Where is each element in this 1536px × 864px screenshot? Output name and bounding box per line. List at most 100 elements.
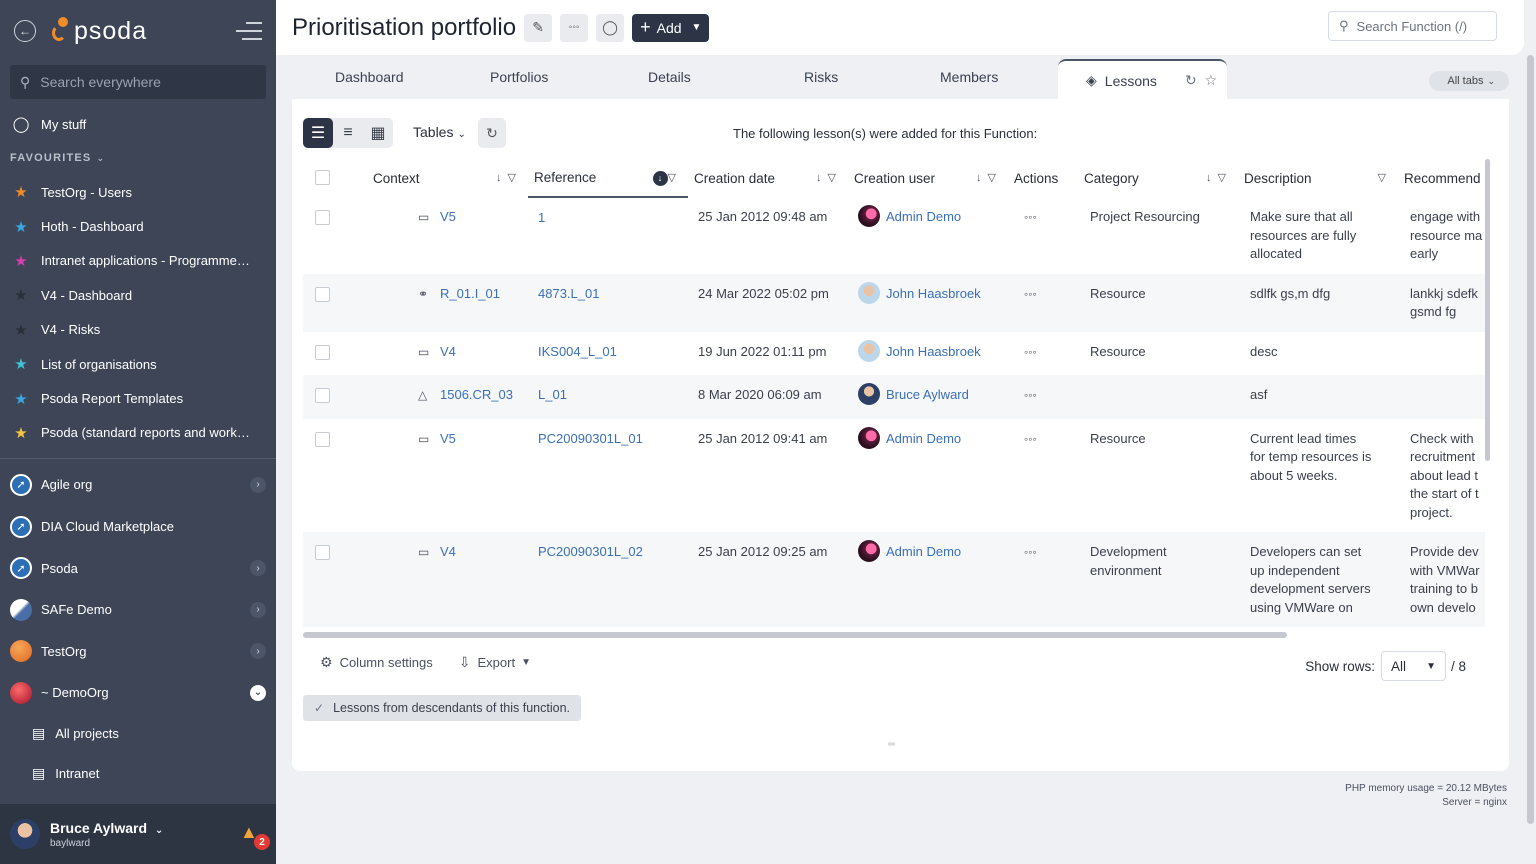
dense-view-icon[interactable]: ▦ bbox=[363, 118, 393, 148]
row-checkbox[interactable] bbox=[315, 344, 330, 360]
user-link[interactable]: Admin Demo bbox=[886, 209, 961, 224]
column-creation-user[interactable]: Creation user ↓▽ bbox=[848, 159, 1008, 197]
chevron-right-icon[interactable]: › bbox=[250, 643, 266, 660]
chevron-right-icon[interactable]: › bbox=[250, 476, 266, 493]
more-actions-icon[interactable]: ◦◦◦ bbox=[1014, 210, 1037, 224]
page-scrollbar[interactable] bbox=[1527, 55, 1534, 824]
favourite-item[interactable]: ★ V4 - Risks bbox=[0, 313, 276, 347]
context-link[interactable]: V4 bbox=[440, 544, 456, 559]
row-checkbox[interactable] bbox=[315, 286, 330, 302]
column-context[interactable]: Context ↓▽ bbox=[343, 159, 528, 197]
table-row[interactable]: △ 1506.CR_03 L_01 8 Mar 2020 06:09 am Bruce … bbox=[303, 375, 1485, 419]
column-settings-button[interactable]: Column settings bbox=[340, 655, 433, 670]
column-category[interactable]: Category ↓▽ bbox=[1078, 159, 1238, 197]
table-row[interactable]: ⚭ R_01.I_01 4873.L_01 24 Mar 2022 05:02 pm J… bbox=[303, 273, 1485, 332]
chevron-down-icon[interactable]: ⌄ bbox=[250, 684, 266, 701]
function-search-input[interactable]: ⚲ Search Function (/) bbox=[1328, 11, 1497, 41]
comfortable-view-icon[interactable]: ☰ bbox=[303, 118, 333, 148]
filter-icon[interactable]: ▽ bbox=[1378, 171, 1392, 184]
tab-portfolios[interactable]: Portfolios bbox=[490, 69, 548, 85]
reference-link[interactable]: 4873.L_01 bbox=[538, 286, 599, 301]
organisation-item[interactable]: TestOrg › bbox=[0, 631, 276, 673]
edit-button[interactable]: ✎ bbox=[524, 13, 553, 42]
tab-risks[interactable]: Risks bbox=[804, 69, 838, 85]
sort-filter-icons[interactable]: ↓▽ bbox=[652, 171, 682, 186]
favourite-item[interactable]: ★ List of organisations bbox=[0, 347, 276, 381]
reference-link[interactable]: L_01 bbox=[538, 387, 567, 402]
back-icon[interactable]: ← bbox=[14, 20, 36, 42]
collapse-menu-icon[interactable] bbox=[236, 22, 262, 40]
more-button[interactable]: ◦◦◦ bbox=[560, 13, 589, 42]
row-checkbox[interactable] bbox=[315, 210, 330, 225]
descendants-toggle[interactable]: ✓ Lessons from descendants of this funct… bbox=[303, 695, 582, 721]
sort-filter-icons[interactable]: ↓▽ bbox=[1206, 171, 1232, 184]
psoda-logo[interactable]: psoda bbox=[50, 17, 147, 46]
sort-filter-icons[interactable]: ↓▽ bbox=[976, 171, 1002, 184]
column-recommendation[interactable]: Recommend bbox=[1398, 159, 1485, 197]
tab-dashboard[interactable]: Dashboard bbox=[335, 69, 404, 85]
row-checkbox[interactable] bbox=[315, 388, 330, 403]
horizontal-scrollbar[interactable] bbox=[303, 632, 1287, 638]
context-link[interactable]: V5 bbox=[440, 209, 456, 224]
user-link[interactable]: John Haasbroek bbox=[886, 344, 981, 359]
favourite-item[interactable]: ★ V4 - Dashboard bbox=[0, 278, 276, 312]
select-all-checkbox[interactable] bbox=[315, 170, 330, 185]
organisation-item[interactable]: ~ DemoOrg ⌄ bbox=[0, 672, 276, 714]
column-creation-date[interactable]: Creation date ↓▽ bbox=[688, 159, 848, 197]
tab-details[interactable]: Details bbox=[648, 69, 691, 85]
row-checkbox[interactable] bbox=[315, 431, 330, 447]
notifications-button[interactable]: ▲ 2 bbox=[240, 822, 270, 850]
table-row[interactable]: ▭ V5 PC20090301L_01 25 Jan 2012 09:41 am Adm… bbox=[303, 419, 1485, 533]
add-button[interactable]: + Add ▼ bbox=[632, 13, 710, 42]
reference-link[interactable]: PC20090301L_01 bbox=[538, 431, 643, 446]
my-stuff-link[interactable]: ◯ My stuff bbox=[0, 107, 276, 141]
more-actions-icon[interactable]: ◦◦◦ bbox=[1014, 345, 1037, 359]
favourite-item[interactable]: ★ Psoda Report Templates bbox=[0, 381, 276, 415]
context-link[interactable]: R_01.I_01 bbox=[440, 286, 500, 301]
tab-lessons[interactable]: ◈ Lessons ↻ ☆ bbox=[1058, 59, 1228, 100]
tab-members[interactable]: Members bbox=[940, 69, 998, 85]
favourites-header[interactable]: FAVOURITES ⌄ bbox=[0, 141, 276, 175]
table-row[interactable]: ▭ V4 IKS004_L_01 19 Jun 2022 01:11 pm John H… bbox=[303, 332, 1485, 376]
chevron-right-icon[interactable]: › bbox=[250, 560, 266, 577]
context-link[interactable]: V5 bbox=[440, 431, 456, 446]
sort-filter-icons[interactable]: ↓▽ bbox=[496, 171, 522, 184]
favourite-item[interactable]: ★ Intranet applications - Programme… bbox=[0, 244, 276, 278]
tag-button[interactable]: ◯ bbox=[596, 13, 625, 42]
organisation-item[interactable]: ➚ DIA Cloud Marketplace bbox=[0, 506, 276, 548]
table-row[interactable]: ▭ V4 PC20090301L_02 25 Jan 2012 09:25 am Adm… bbox=[303, 532, 1485, 627]
user-link[interactable]: Bruce Aylward bbox=[886, 387, 969, 402]
reference-link[interactable]: IKS004_L_01 bbox=[538, 344, 617, 359]
show-rows-select[interactable]: All ▼ bbox=[1380, 651, 1446, 681]
organisation-item[interactable]: SAFe Demo › bbox=[0, 589, 276, 631]
more-actions-icon[interactable]: ◦◦◦ bbox=[1014, 545, 1037, 559]
table-row[interactable]: ▭ V5 1 25 Jan 2012 09:48 am Admin Demo ◦◦◦ Pro… bbox=[303, 197, 1485, 274]
more-actions-icon[interactable]: ◦◦◦ bbox=[1014, 287, 1037, 301]
export-button[interactable]: Export bbox=[478, 655, 516, 670]
organisation-item[interactable]: ➚ Psoda › bbox=[0, 547, 276, 589]
favourite-item[interactable]: ★ TestOrg - Users bbox=[0, 175, 276, 209]
chevron-right-icon[interactable]: › bbox=[250, 601, 266, 618]
sort-filter-icons[interactable]: ↓▽ bbox=[816, 171, 842, 184]
sub-item[interactable]: ▤ Intranet bbox=[0, 754, 276, 794]
more-actions-icon[interactable]: ◦◦◦ bbox=[1014, 432, 1037, 446]
column-description[interactable]: Description ▽ bbox=[1238, 159, 1398, 197]
reference-link[interactable]: 1 bbox=[538, 210, 545, 225]
sub-item[interactable]: ▤ All projects bbox=[0, 714, 276, 754]
user-link[interactable]: Admin Demo bbox=[886, 431, 961, 446]
more-actions-icon[interactable]: ◦◦◦ bbox=[1014, 388, 1037, 402]
refresh-icon[interactable]: ↻ bbox=[1185, 72, 1197, 89]
all-tabs-button[interactable]: All tabs ⌄ bbox=[1429, 71, 1509, 91]
reload-table-button[interactable]: ↻ bbox=[478, 118, 506, 148]
resize-handle-icon[interactable]: ═ bbox=[888, 739, 895, 750]
context-link[interactable]: V4 bbox=[440, 344, 456, 359]
user-link[interactable]: Admin Demo bbox=[886, 544, 961, 559]
user-link[interactable]: John Haasbroek bbox=[886, 286, 981, 301]
star-icon[interactable]: ☆ bbox=[1205, 72, 1218, 89]
vertical-scrollbar[interactable] bbox=[1485, 159, 1490, 461]
favourite-item[interactable]: ★ Psoda (standard reports and work… bbox=[0, 416, 276, 450]
tables-dropdown[interactable]: Tables ⌄ bbox=[413, 124, 466, 140]
favourite-item[interactable]: ★ Hoth - Dashboard bbox=[0, 209, 276, 243]
user-panel[interactable]: Bruce Aylward ⌄ baylward ▲ 2 bbox=[0, 804, 276, 864]
compact-view-icon[interactable]: ≡ bbox=[333, 118, 363, 148]
